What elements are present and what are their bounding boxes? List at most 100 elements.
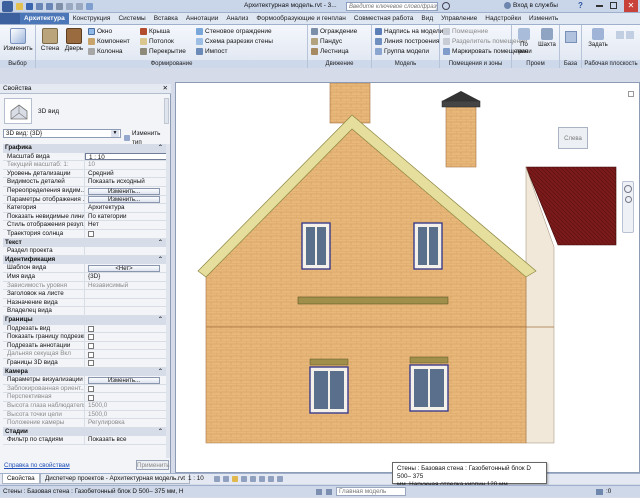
property-value[interactable]: Показать исходный	[85, 178, 167, 186]
property-row[interactable]: Положение камеры Регулировка	[3, 419, 167, 428]
property-value[interactable]: Архитектура	[85, 204, 167, 212]
property-checkbox-cell[interactable]	[85, 385, 167, 393]
property-value[interactable]: Средний	[85, 170, 167, 178]
property-row[interactable]: Высота точки цели 1500,0	[3, 410, 167, 420]
property-row[interactable]: Переопределения видим... Изменить...	[3, 187, 167, 196]
render-icon[interactable]	[250, 476, 256, 482]
view-canvas[interactable]: Слева	[175, 82, 640, 473]
tab-annotate[interactable]: Аннотации	[182, 13, 223, 24]
filter-icon[interactable]	[596, 489, 603, 495]
component-button[interactable]: Компонент	[88, 37, 130, 46]
property-row[interactable]: Дальняя секущая Вкл	[3, 350, 167, 359]
property-button-cell[interactable]: Изменить...	[85, 376, 167, 384]
property-edit-button[interactable]: Изменить...	[88, 196, 160, 204]
ceiling-button[interactable]: Потолок	[140, 37, 174, 46]
detail-level-icon[interactable]	[214, 476, 220, 482]
zoom-icon[interactable]	[624, 196, 632, 203]
property-row[interactable]: Заголовок на листе	[3, 290, 167, 299]
view-control-icons[interactable]	[214, 476, 283, 482]
modify-button[interactable]: Изменить	[3, 27, 33, 59]
type-selector-scroll[interactable]	[164, 98, 169, 124]
property-value[interactable]	[85, 299, 167, 307]
visual-style-icon[interactable]	[223, 476, 229, 482]
main-model-selector[interactable]: Главная модель	[336, 487, 406, 496]
property-row[interactable]: Видимость деталей Показать исходный	[3, 178, 167, 187]
property-row[interactable]: Показать границу подрезки	[3, 333, 167, 342]
door-button[interactable]: Дверь	[62, 27, 86, 59]
property-row[interactable]: Параметры визуализации Изменить...	[3, 376, 167, 385]
property-button-cell[interactable]: <Нет>	[85, 264, 167, 272]
property-row[interactable]: Подрезать аннотации	[3, 341, 167, 351]
tab-structure[interactable]: Конструкция	[69, 13, 115, 24]
property-row[interactable]: Стиль отображения резул... Нет	[3, 221, 167, 230]
tab-view[interactable]: Вид	[417, 13, 437, 24]
tab-analyze[interactable]: Анализ	[222, 13, 252, 24]
column-button[interactable]: Колонна	[88, 47, 123, 56]
hide-isolate-icon[interactable]	[268, 476, 274, 482]
project-browser-tab[interactable]: Диспетчер проектов - Архитектурная модел…	[40, 474, 191, 484]
property-row[interactable]: Шаблон вида <Нет>	[3, 264, 167, 273]
property-edit-button[interactable]: Изменить...	[88, 376, 160, 384]
worksharing-icon[interactable]	[326, 489, 332, 495]
mid-beam[interactable]	[297, 296, 449, 305]
property-value[interactable]: По категории	[85, 213, 167, 221]
collapse-icon[interactable]: ⌃	[158, 368, 163, 377]
app-menu-button[interactable]	[0, 13, 20, 24]
lower-window-right[interactable]	[409, 364, 449, 412]
level-icon[interactable]	[565, 31, 577, 43]
stair-button[interactable]: Лестница	[311, 47, 349, 56]
viewer-icon[interactable]	[626, 31, 634, 39]
properties-section[interactable]: Идентификация ⌃	[3, 255, 167, 265]
property-edit-button[interactable]: Изменить...	[88, 187, 160, 195]
curtain-wall-button[interactable]: Стеновое ограждение	[196, 27, 272, 36]
property-button-cell[interactable]: Изменить...	[85, 187, 167, 195]
property-row[interactable]: Назначение вида	[3, 298, 167, 308]
login-button[interactable]: Вход в службы	[504, 2, 558, 9]
property-row[interactable]: Зависимость уровня Независимый	[3, 281, 167, 291]
property-row[interactable]: Высота глаза наблюдателя 1500,0	[3, 402, 167, 411]
shaft-button[interactable]: Шахта	[536, 27, 558, 59]
view-selector[interactable]: 3D вид: {3D} ▼	[3, 129, 121, 138]
open-icon[interactable]	[16, 3, 23, 10]
property-value[interactable]: Регулировка	[85, 419, 167, 427]
property-value[interactable]: Нет	[85, 221, 167, 229]
property-value[interactable]: Показать все	[85, 436, 167, 444]
model-line-button[interactable]: Линия построения	[375, 37, 439, 46]
railing-button[interactable]: Ограждение	[311, 27, 357, 36]
select-links-icon[interactable]	[316, 489, 322, 495]
floor-button[interactable]: Перекрытие	[140, 47, 186, 56]
shadows-icon[interactable]	[241, 476, 247, 482]
text-icon[interactable]	[76, 3, 83, 10]
property-value[interactable]: 10	[85, 161, 167, 169]
search-icon[interactable]	[442, 2, 450, 10]
reveal-icon[interactable]	[277, 476, 283, 482]
show-workplane-icon[interactable]	[616, 31, 624, 39]
steering-wheel-icon[interactable]	[624, 185, 632, 193]
right-chimney[interactable]	[445, 106, 477, 168]
by-face-button[interactable]: По грани	[513, 27, 535, 59]
model-group-button[interactable]: Группа модели	[375, 47, 429, 56]
property-checkbox-cell[interactable]	[85, 342, 167, 350]
property-row[interactable]: Показать невидимые линии По категории	[3, 212, 167, 222]
upper-window-left[interactable]	[301, 222, 331, 270]
collapse-icon[interactable]: ⌃	[158, 239, 163, 248]
roof-button[interactable]: Крыша	[140, 27, 170, 36]
sun-path-icon[interactable]	[232, 476, 238, 482]
maximize-button[interactable]	[610, 2, 617, 9]
properties-section[interactable]: Стадии ⌃	[3, 427, 167, 437]
property-row[interactable]: Уровень детализации Средний	[3, 169, 167, 179]
property-checkbox[interactable]	[88, 334, 94, 341]
collapse-icon[interactable]: ⌃	[158, 144, 163, 153]
viewcube-face[interactable]: Слева	[558, 127, 588, 149]
lower-window-left[interactable]	[309, 366, 349, 414]
measure-icon[interactable]	[66, 3, 73, 10]
property-row[interactable]: Владелец вида	[3, 307, 167, 316]
room-button[interactable]: Помещение	[443, 27, 488, 36]
property-checkbox[interactable]	[88, 325, 94, 332]
property-row[interactable]: Раздел проекта	[3, 247, 167, 256]
property-row[interactable]: Границы 3D вида	[3, 359, 167, 368]
print-icon[interactable]	[56, 3, 63, 10]
close-button[interactable]: ✕	[624, 0, 638, 12]
property-value[interactable]	[85, 307, 167, 315]
property-row[interactable]: Траектория солнца	[3, 230, 167, 239]
